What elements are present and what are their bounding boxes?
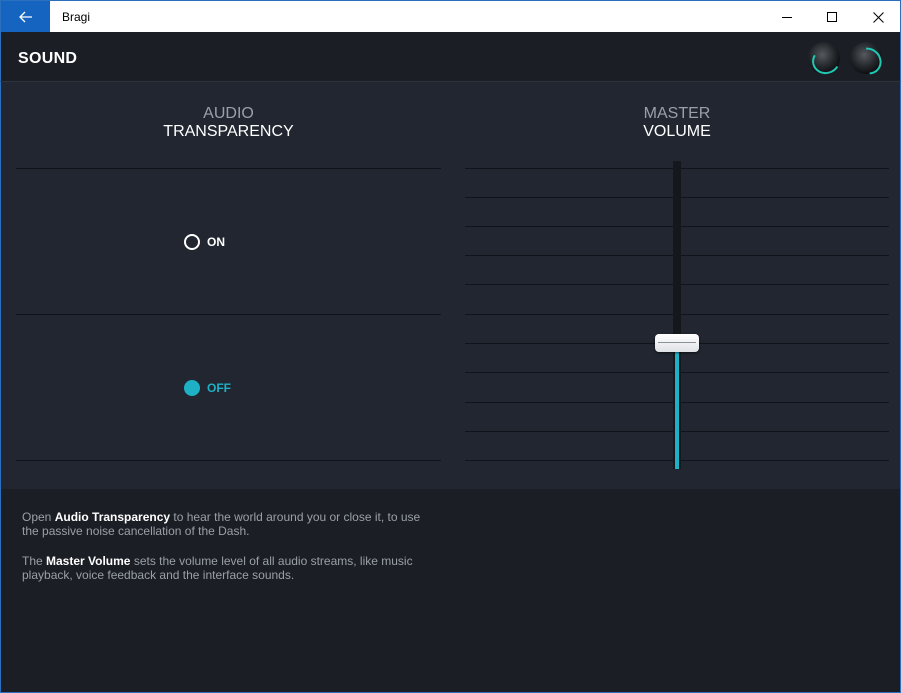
option-label: ON: [207, 235, 225, 249]
text: Open: [22, 510, 55, 524]
description-paragraph: The Master Volume sets the volume level …: [22, 554, 432, 582]
window-titlebar: Bragi: [0, 0, 901, 33]
minimize-button[interactable]: [764, 1, 810, 33]
volume-slider-fill: [675, 342, 679, 469]
minimize-icon: [781, 16, 792, 18]
radio-button-checked[interactable]: [184, 380, 200, 396]
back-button[interactable]: [1, 1, 50, 33]
maximize-button[interactable]: [809, 1, 855, 33]
bold-term: Master Volume: [46, 554, 131, 568]
heading-line1: AUDIO: [203, 105, 254, 122]
arrow-left-icon: [18, 11, 32, 23]
earbud-left-icon[interactable]: [808, 42, 840, 74]
volume-slider-thumb[interactable]: [655, 333, 699, 352]
option-off[interactable]: OFF: [184, 380, 231, 396]
window-title: Bragi: [62, 10, 91, 24]
maximize-icon: [826, 11, 837, 22]
settings-panel: AUDIO TRANSPARENCY MASTER VOLUME ON OFF: [0, 81, 901, 489]
master-volume-heading: MASTER VOLUME: [465, 105, 889, 141]
divider: [16, 460, 441, 461]
option-on[interactable]: ON: [184, 234, 225, 250]
description-paragraph: Open Audio Transparency to hear the worl…: [22, 510, 432, 538]
radio-button[interactable]: [184, 234, 200, 250]
option-label: OFF: [207, 381, 231, 395]
close-icon: [872, 11, 884, 23]
audio-transparency-heading: AUDIO TRANSPARENCY: [16, 105, 441, 141]
heading-line2: VOLUME: [643, 123, 711, 140]
divider: [16, 314, 441, 315]
heading-line1: MASTER: [643, 105, 711, 122]
close-button[interactable]: [855, 1, 901, 33]
bold-term: Audio Transparency: [54, 510, 171, 524]
app-header: SOUND: [0, 32, 901, 81]
earbud-right-icon[interactable]: [850, 42, 882, 74]
description-area: Open Audio Transparency to hear the worl…: [0, 489, 901, 693]
divider: [16, 168, 441, 169]
text: The: [22, 554, 47, 568]
page-title: SOUND: [18, 50, 78, 67]
heading-line2: TRANSPARENCY: [163, 123, 294, 140]
